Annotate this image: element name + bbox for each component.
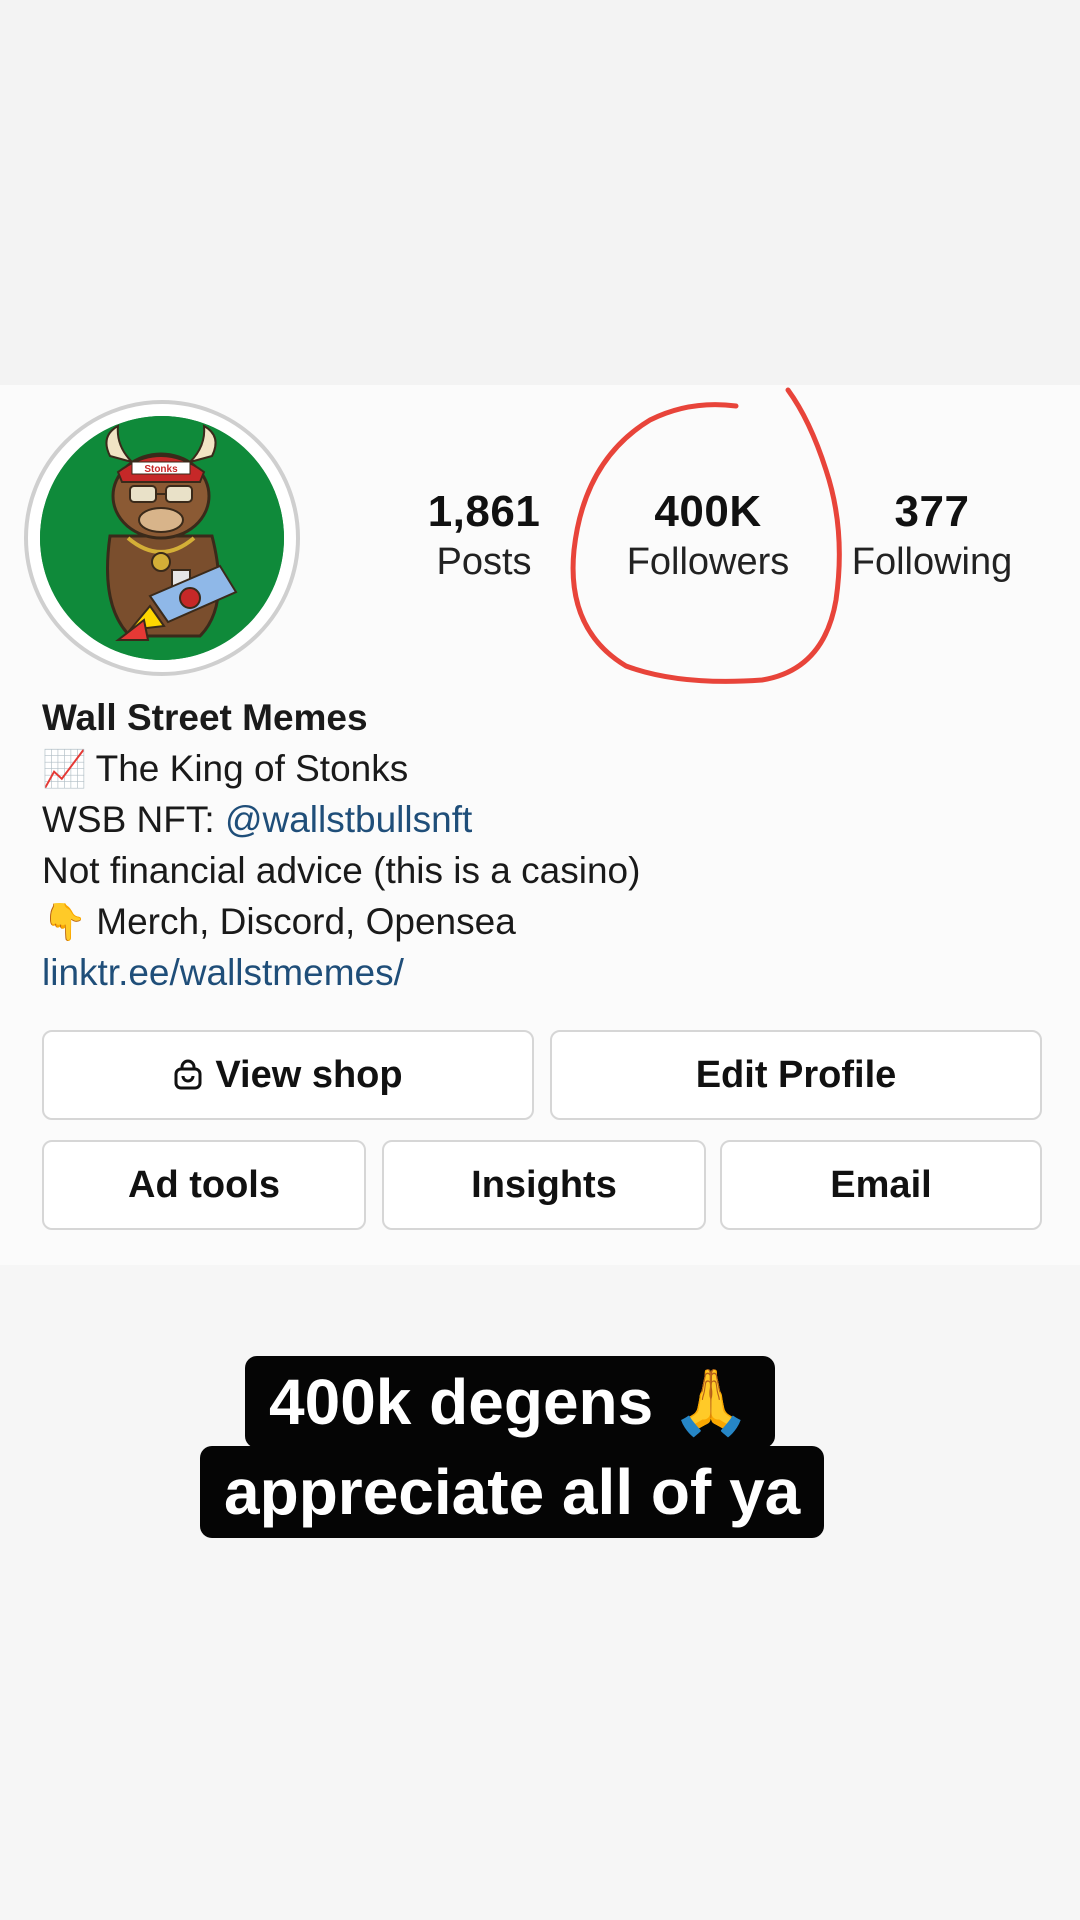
profile-bio: Wall Street Memes 📈 The King of Stonks W… [42, 692, 1042, 998]
ad-tools-button[interactable]: Ad tools [42, 1140, 366, 1230]
bio-tagline-text: The King of Stonks [95, 748, 409, 789]
avatar-cap-text: Stonks [144, 464, 178, 475]
bull-mascot-image: Stonks [40, 416, 284, 660]
view-shop-label: View shop [215, 1053, 403, 1096]
bio-nft-prefix: WSB NFT: [42, 799, 225, 840]
chart-increasing-icon: 📈 [42, 748, 87, 789]
stat-followers[interactable]: 400K Followers [608, 486, 808, 586]
bio-line-disclaimer: Not financial advice (this is a casino) [42, 850, 641, 891]
following-label: Following [851, 541, 1013, 583]
pointing-down-icon: 👇 [42, 901, 87, 942]
bio-line-tagline: 📈 The King of Stonks [42, 743, 1042, 794]
followers-label: Followers [626, 541, 790, 583]
edit-profile-label: Edit Profile [695, 1053, 897, 1096]
story-caption-line-2: appreciate all of ya [200, 1446, 825, 1538]
profile-website-link[interactable]: linktr.ee/wallstmemes/ [42, 947, 1042, 998]
insights-button[interactable]: Insights [382, 1140, 706, 1230]
story-caption-line-1: 400k degens 🙏 [245, 1356, 775, 1448]
insights-label: Insights [471, 1163, 617, 1206]
profile-name: Wall Street Memes [42, 697, 368, 738]
ad-tools-label: Ad tools [128, 1163, 280, 1206]
posts-label: Posts [436, 541, 532, 583]
view-shop-button[interactable]: View shop [42, 1030, 534, 1120]
shopping-bag-icon [173, 1059, 203, 1091]
bio-links-text: Merch, Discord, Opensea [96, 901, 516, 942]
followers-count: 400K [654, 487, 762, 536]
posts-count: 1,861 [427, 487, 541, 536]
stat-following[interactable]: 377 Following [832, 486, 1032, 586]
nft-mention-link[interactable]: @wallstbullsnft [225, 799, 472, 840]
edit-profile-button[interactable]: Edit Profile [550, 1030, 1042, 1120]
bio-line-links: 👇 Merch, Discord, Opensea [42, 896, 1042, 947]
following-count: 377 [894, 487, 970, 536]
stat-posts[interactable]: 1,861 Posts [384, 486, 584, 586]
avatar[interactable]: Stonks [40, 416, 284, 660]
email-button[interactable]: Email [720, 1140, 1042, 1230]
blank-header-area [0, 0, 1080, 385]
email-label: Email [830, 1163, 932, 1206]
bio-line-nft: WSB NFT: @wallstbullsnft [42, 794, 1042, 845]
